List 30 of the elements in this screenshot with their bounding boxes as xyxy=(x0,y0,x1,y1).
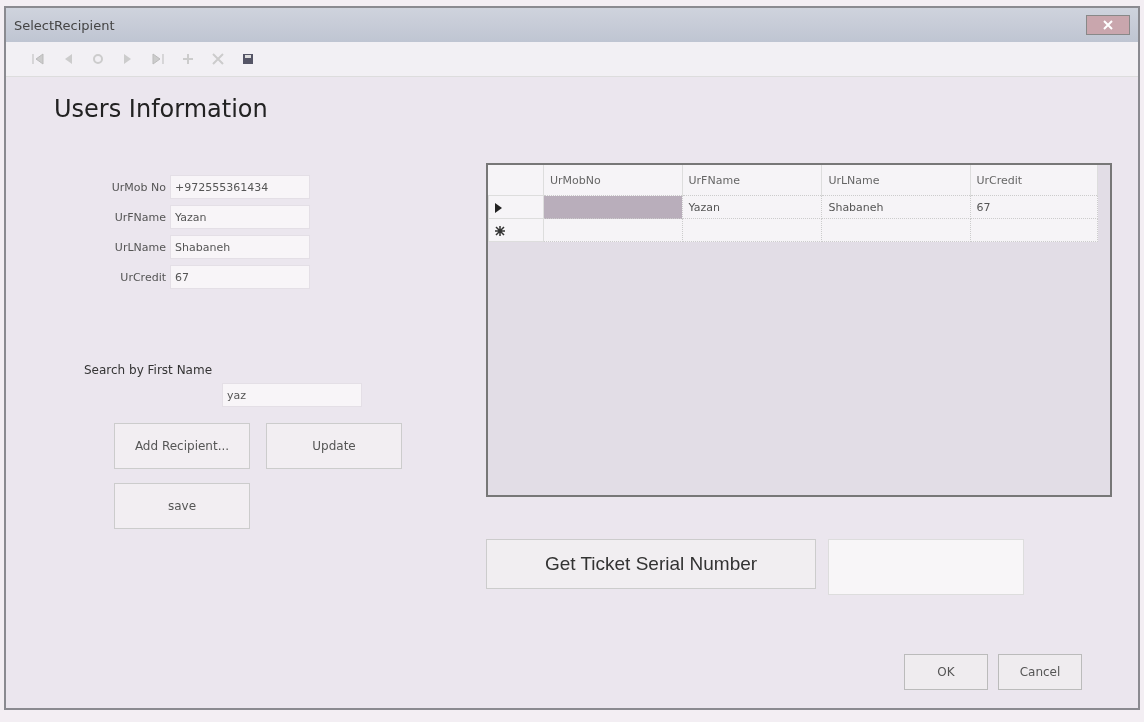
field-label: UrMob No xyxy=(110,180,166,194)
first-icon[interactable] xyxy=(30,51,46,67)
field-label: UrFName xyxy=(113,210,166,224)
close-icon xyxy=(1103,20,1113,30)
save-icon[interactable] xyxy=(240,51,256,67)
dialog-button[interactable]: OK xyxy=(904,654,988,690)
input-field[interactable]: Shabaneh xyxy=(170,235,310,259)
delete-icon[interactable] xyxy=(210,51,226,67)
field-label: UrCredit xyxy=(119,270,166,284)
ticket-button[interactable]: Get Ticket Serial Number xyxy=(486,539,816,589)
action-button[interactable]: Update xyxy=(266,423,402,469)
ticket-field[interactable] xyxy=(828,539,1024,595)
input-field[interactable]: +972555361434 xyxy=(170,175,310,199)
action-button[interactable]: Add Recipient... xyxy=(114,423,250,469)
table-cell[interactable]: 67 xyxy=(970,195,1098,219)
input-field[interactable]: 67 xyxy=(170,265,310,289)
add-icon[interactable] xyxy=(180,51,196,67)
table-cell[interactable]: Yazan xyxy=(682,195,822,219)
search-field[interactable]: yaz xyxy=(222,383,362,407)
table-cell[interactable] xyxy=(543,195,683,219)
search-label: Search by First Name xyxy=(84,363,214,377)
input-field[interactable]: Yazan xyxy=(170,205,310,229)
section-heading: Users Information xyxy=(54,95,269,123)
window-title: SelectRecipient xyxy=(14,17,115,33)
table-cell[interactable]: Shabaneh xyxy=(821,195,970,219)
close-button[interactable] xyxy=(1086,15,1130,35)
last-icon[interactable] xyxy=(150,51,166,67)
dialog-button[interactable]: Cancel xyxy=(998,654,1082,690)
action-button[interactable]: save xyxy=(114,483,250,529)
field-label: UrLName xyxy=(113,240,166,254)
